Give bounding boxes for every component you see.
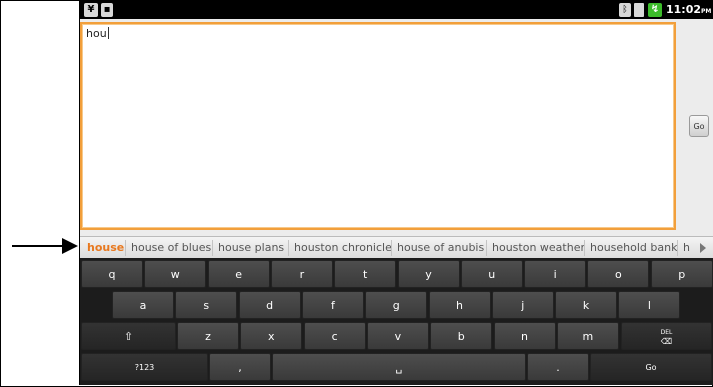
suggestion-item[interactable]: houston weather <box>492 241 585 254</box>
symbols-key[interactable]: ?123 <box>81 353 208 381</box>
go-side-button[interactable]: Go <box>689 115 709 137</box>
status-time-ampm: PM <box>701 8 712 15</box>
suggestion-item[interactable]: houston chronicle <box>294 241 392 254</box>
key-w[interactable]: w <box>144 260 207 288</box>
status-time: 11:02PM <box>666 3 711 19</box>
suggestion-divider <box>212 240 213 256</box>
key-a[interactable]: a <box>112 291 174 319</box>
key-m[interactable]: m <box>556 322 619 350</box>
annotation-arrow-icon <box>62 238 78 254</box>
key-o[interactable]: o <box>587 260 650 288</box>
key-i[interactable]: i <box>524 260 587 288</box>
key-x[interactable]: x <box>240 322 303 350</box>
suggestion-item[interactable]: h <box>683 241 690 254</box>
suggestion-divider <box>584 240 585 256</box>
content-area: hou Go <box>80 19 713 236</box>
more-suggestions-icon[interactable] <box>700 243 706 253</box>
suggestion-divider <box>288 240 289 256</box>
suggestion-divider <box>677 240 678 256</box>
space-key[interactable]: ␣ <box>272 353 526 381</box>
key-k[interactable]: k <box>555 291 618 319</box>
delete-key[interactable]: DEL ⌫ <box>621 322 712 350</box>
key-h[interactable]: h <box>428 291 491 319</box>
shift-key[interactable]: ⇧ <box>81 322 176 350</box>
bluetooth-icon: ᛒ <box>619 3 631 17</box>
key-g[interactable]: g <box>365 291 428 319</box>
key-z[interactable]: z <box>177 322 239 350</box>
suggestion-divider <box>486 240 487 256</box>
device-screen: ¥ ▪ ᛒ ↯ 11:02PM hou Go house house of blu… <box>80 1 713 385</box>
go-key[interactable]: Go <box>590 353 712 381</box>
key-b[interactable]: b <box>430 322 493 350</box>
status-time-value: 11:02 <box>666 3 702 16</box>
key-d[interactable]: d <box>238 291 301 319</box>
text-cursor <box>107 27 109 39</box>
suggestion-item[interactable]: house of anubis <box>397 241 484 254</box>
shift-icon: ⇧ <box>123 330 134 343</box>
key-l[interactable]: l <box>618 291 681 319</box>
suggestion-strip: house house of blues house plans houston ch… <box>80 236 713 258</box>
battery-icon: ↯ <box>648 3 662 17</box>
search-textarea[interactable]: hou <box>80 22 676 230</box>
sd-card-icon: ▪ <box>101 3 113 17</box>
key-u[interactable]: u <box>460 260 523 288</box>
key-s[interactable]: s <box>175 291 238 319</box>
key-f[interactable]: f <box>301 291 364 319</box>
delete-icon: DEL ⌫ <box>660 329 673 346</box>
suggestion-divider <box>391 240 392 256</box>
usb-debug-icon: ¥ <box>84 3 98 17</box>
suggestion-item[interactable]: house <box>87 241 124 254</box>
annotation-arrow-line <box>12 245 64 247</box>
key-r[interactable]: r <box>270 260 333 288</box>
key-e[interactable]: e <box>207 260 270 288</box>
signal-icon <box>634 3 644 17</box>
period-key[interactable]: . <box>527 353 589 381</box>
suggestion-item[interactable]: household bank <box>590 241 677 254</box>
key-n[interactable]: n <box>493 322 556 350</box>
suggestion-item[interactable]: house of blues <box>131 241 211 254</box>
key-p[interactable]: p <box>650 260 713 288</box>
key-j[interactable]: j <box>491 291 554 319</box>
comma-key[interactable]: , <box>209 353 271 381</box>
search-text-value: hou <box>86 27 107 40</box>
space-icon: ␣ <box>395 361 403 374</box>
suggestion-divider <box>125 240 126 256</box>
key-y[interactable]: y <box>397 260 460 288</box>
suggestion-item[interactable]: house plans <box>218 241 284 254</box>
key-q[interactable]: q <box>81 260 143 288</box>
key-c[interactable]: c <box>303 322 366 350</box>
key-v[interactable]: v <box>366 322 429 350</box>
search-text: hou <box>86 27 109 40</box>
soft-keyboard: q w e r t y u i o p a s d f g h j k l ⇧ z x c v b n m DEL ⌫ ?123, ␣. Go <box>80 258 713 385</box>
status-bar: ¥ ▪ ᛒ ↯ 11:02PM <box>80 1 713 19</box>
delete-label: DEL <box>660 329 673 336</box>
key-t[interactable]: t <box>334 260 397 288</box>
